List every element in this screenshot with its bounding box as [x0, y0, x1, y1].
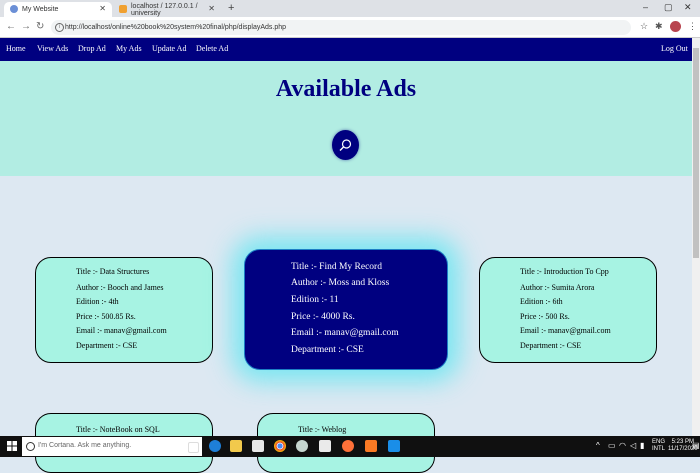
nav-view-ads[interactable]: View Ads [37, 44, 68, 53]
ad-price: Price :- 4000 Rs. [291, 312, 355, 322]
nav-delete-ad[interactable]: Delete Ad [196, 44, 228, 53]
store-icon[interactable] [252, 440, 264, 452]
ad-price: Price :- 500 Rs. [520, 312, 570, 321]
url-field[interactable]: i http://localhost/online%20book%20syste… [51, 20, 631, 35]
search-icon [339, 139, 352, 151]
file-explorer-icon[interactable] [230, 440, 242, 452]
visual-studio-code-icon[interactable] [319, 440, 331, 452]
edge-icon[interactable] [209, 440, 221, 452]
search-button[interactable] [332, 130, 359, 160]
ad-title: Title :- Weblog [298, 425, 347, 434]
info-icon[interactable]: i [55, 23, 64, 32]
star-icon[interactable]: ☆ [640, 21, 648, 32]
hero-section: Available Ads [0, 61, 692, 176]
url-text: http://localhost/online%20book%20system%… [65, 24, 287, 31]
ad-card[interactable]: Title :- Introduction To Cpp Author :- S… [479, 257, 657, 363]
ad-email: Email :- manav@gmail.com [291, 328, 399, 338]
close-tab-icon[interactable]: ✕ [208, 4, 215, 13]
ad-edition: Edition :- 4th [76, 297, 119, 306]
ad-title: Title :- Introduction To Cpp [520, 267, 609, 276]
tab-my-website[interactable]: My Website ✕ [4, 2, 112, 17]
nav-logout[interactable]: Log Out [661, 44, 688, 53]
ad-email: Email :- manav@gmail.com [520, 326, 611, 335]
forward-icon[interactable]: → [21, 21, 31, 32]
ad-title: Title :- Find My Record [291, 262, 382, 272]
app-icon[interactable] [296, 440, 308, 452]
back-icon[interactable]: ← [6, 21, 16, 32]
site-navbar: Home View Ads Drop Ad My Ads Update Ad D… [0, 38, 692, 61]
ad-department: Department :- CSE [76, 341, 138, 350]
close-tab-icon[interactable]: ✕ [99, 4, 106, 13]
reload-icon[interactable]: ↻ [36, 21, 44, 32]
lang-indicator[interactable]: ENG INTL [652, 439, 665, 453]
cortana-icon [26, 442, 35, 451]
keyboard-layout: INTL [652, 446, 666, 452]
ad-title: Title :- NoteBook on SQL [76, 425, 160, 434]
tray-chevron-icon[interactable]: ^ [596, 442, 600, 450]
clock-time: 5:23 PM [671, 439, 694, 445]
ad-department: Department :- CSE [520, 341, 582, 350]
firefox-icon[interactable] [342, 440, 354, 452]
nav-home[interactable]: Home [6, 44, 26, 53]
nav-update-ad[interactable]: Update Ad [152, 44, 186, 53]
ad-author: Author :- Sumita Arora [520, 283, 595, 292]
page-title: Available Ads [275, 76, 417, 102]
address-bar-row: ← → ↻ i http://localhost/online%20book%2… [0, 17, 700, 38]
tab-title: My Website [22, 6, 59, 13]
phpmyadmin-icon [119, 5, 127, 13]
extension-icon[interactable]: ✱ [655, 21, 663, 32]
ad-price: Price :- 500.85 Rs. [76, 312, 136, 321]
network-icon[interactable]: ▭ [608, 442, 616, 450]
ad-card[interactable]: Title :- Data Structures Author :- Booch… [35, 257, 213, 363]
close-window-icon[interactable]: ✕ [684, 2, 692, 13]
ad-title: Title :- Data Structures [76, 267, 150, 276]
ad-author: Author :- Booch and James [76, 283, 164, 292]
nav-my-ads[interactable]: My Ads [116, 44, 142, 53]
task-view-icon[interactable] [188, 442, 199, 453]
globe-icon [10, 5, 18, 13]
ad-card-featured[interactable]: Title :- Find My Record Author :- Moss a… [244, 249, 448, 370]
menu-icon[interactable]: ⋮ [688, 21, 697, 32]
app-blue-icon[interactable] [388, 440, 400, 452]
volume-icon[interactable]: ◁ [630, 442, 636, 450]
tab-phpmyadmin[interactable]: localhost / 127.0.0.1 / university ✕ [113, 2, 221, 17]
windows-taskbar: I'm Cortana. Ask me anything. ^ ▭ ◠ ◁ ▮ … [0, 436, 700, 457]
ad-edition: Edition :- 11 [291, 295, 339, 305]
wifi-icon[interactable]: ◠ [619, 442, 626, 450]
browser-tab-bar: My Website ✕ localhost / 127.0.0.1 / uni… [0, 0, 700, 17]
profile-avatar[interactable] [670, 21, 681, 32]
ad-email: Email :- manav@gmail.com [76, 326, 167, 335]
maximize-icon[interactable]: ▢ [664, 2, 673, 13]
xampp-icon[interactable] [365, 440, 377, 452]
notification-icon[interactable]: ▤ [692, 442, 700, 450]
battery-icon[interactable]: ▮ [640, 442, 644, 450]
cortana-search-box[interactable]: I'm Cortana. Ask me anything. [22, 437, 202, 456]
ad-author: Author :- Moss and Kloss [291, 278, 390, 288]
minimize-icon[interactable]: – [643, 2, 648, 12]
cortana-placeholder: I'm Cortana. Ask me anything. [38, 442, 132, 449]
chrome-icon[interactable] [274, 440, 286, 452]
lang-code: ENG [652, 439, 666, 445]
ad-edition: Edition :- 6th [520, 297, 563, 306]
scrollbar-thumb[interactable] [693, 48, 699, 258]
windows-start-icon[interactable] [7, 441, 17, 451]
ad-department: Department :- CSE [291, 345, 364, 355]
new-tab-button[interactable]: + [228, 2, 234, 14]
page-scrollbar[interactable] [692, 38, 700, 436]
nav-drop-ad[interactable]: Drop Ad [78, 44, 106, 53]
